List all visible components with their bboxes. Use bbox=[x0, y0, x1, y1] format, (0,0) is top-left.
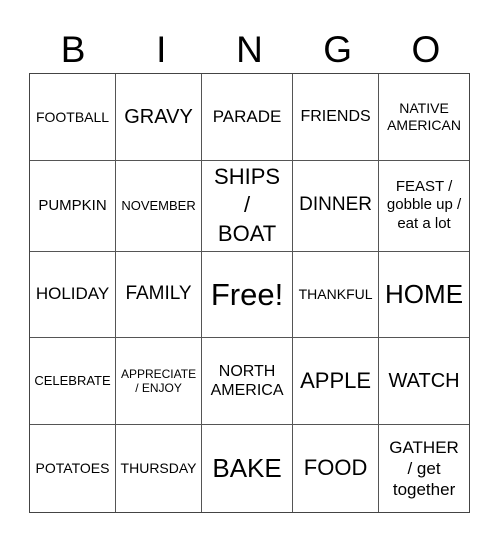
bingo-cell[interactable]: FOOTBALL bbox=[30, 74, 117, 161]
cell-label: FOOD bbox=[303, 455, 368, 481]
bingo-cell[interactable]: PUMPKIN bbox=[30, 160, 117, 252]
bingo-cell[interactable]: FOOD bbox=[293, 425, 380, 512]
header-letter-o: O bbox=[411, 28, 441, 70]
cell-label: PUMPKIN bbox=[38, 196, 107, 214]
cell-label: PARADE bbox=[212, 106, 282, 126]
cell-label: SHIPS / BOAT bbox=[214, 163, 281, 246]
cell-label: NOVEMBER bbox=[121, 197, 196, 213]
cell-label: HOME bbox=[385, 278, 464, 309]
cell-label: FRIENDS bbox=[300, 108, 371, 126]
free-space[interactable]: Free! bbox=[202, 251, 294, 339]
bingo-cell[interactable]: SHIPS / BOAT bbox=[202, 160, 294, 252]
cell-label: HOLIDAY bbox=[35, 284, 110, 304]
bingo-cell[interactable]: BAKE bbox=[202, 425, 294, 512]
cell-label: NORTH AMERICA bbox=[210, 363, 284, 400]
bingo-cell[interactable]: FRIENDS bbox=[293, 74, 380, 161]
cell-label: THANKFUL bbox=[298, 286, 373, 303]
header-letter-g: G bbox=[323, 28, 353, 70]
bingo-cell[interactable]: CELEBRATE bbox=[30, 338, 117, 426]
bingo-cell[interactable]: NORTH AMERICA bbox=[202, 338, 294, 426]
header-letter-n: N bbox=[236, 28, 263, 70]
bingo-cell[interactable]: HOME bbox=[379, 252, 469, 339]
cell-label: FOOTBALL bbox=[35, 108, 110, 125]
bingo-cell[interactable]: APPRECIATE / ENJOY bbox=[116, 338, 203, 426]
bingo-cell[interactable]: APPLE bbox=[293, 338, 380, 426]
cell-label: APPRECIATE / ENJOY bbox=[120, 366, 197, 396]
bingo-cell[interactable]: THURSDAY bbox=[116, 425, 203, 512]
cell-label: FAMILY bbox=[125, 283, 192, 305]
cell-label: THURSDAY bbox=[120, 460, 197, 477]
bingo-cell[interactable]: NATIVE AMERICAN bbox=[379, 74, 469, 161]
cell-label: POTATOES bbox=[35, 460, 110, 477]
bingo-board: FOOTBALL GRAVY PARADE FRIENDS NATIVE AME… bbox=[29, 73, 470, 513]
cell-label: DINNER bbox=[299, 194, 372, 216]
cell-label: CELEBRATE bbox=[34, 373, 111, 389]
cell-label: GRAVY bbox=[124, 105, 193, 128]
bingo-header: B I N G O bbox=[29, 27, 470, 71]
cell-label: FEAST / gobble up / eat a lot bbox=[386, 177, 462, 233]
bingo-cell[interactable]: THANKFUL bbox=[293, 251, 380, 339]
bingo-cell[interactable]: GATHER / get together bbox=[379, 425, 469, 512]
header-letter-i: I bbox=[156, 28, 167, 70]
bingo-cell[interactable]: FEAST / gobble up / eat a lot bbox=[379, 161, 469, 252]
bingo-cell[interactable]: PARADE bbox=[202, 74, 294, 161]
bingo-cell[interactable]: POTATOES bbox=[30, 425, 117, 512]
bingo-cell[interactable]: DINNER bbox=[293, 160, 380, 252]
cell-label: GATHER / get together bbox=[389, 437, 459, 500]
cell-label: APPLE bbox=[300, 367, 372, 393]
bingo-cell[interactable]: NOVEMBER bbox=[116, 160, 203, 252]
cell-label: Free! bbox=[210, 276, 284, 312]
cell-label: WATCH bbox=[388, 370, 460, 393]
header-letter-b: B bbox=[60, 28, 86, 70]
bingo-cell[interactable]: GRAVY bbox=[116, 74, 203, 161]
bingo-cell[interactable]: FAMILY bbox=[116, 251, 203, 339]
bingo-cell[interactable]: WATCH bbox=[379, 338, 469, 426]
cell-label: NATIVE AMERICAN bbox=[387, 100, 461, 133]
bingo-cell[interactable]: HOLIDAY bbox=[30, 251, 117, 339]
cell-label: BAKE bbox=[212, 453, 282, 483]
